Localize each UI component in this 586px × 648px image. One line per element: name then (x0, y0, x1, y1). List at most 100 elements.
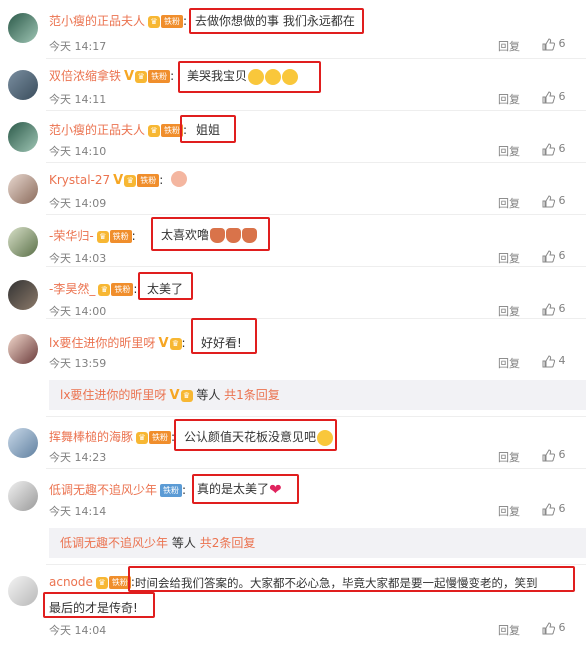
reply-button[interactable]: 回复 (498, 250, 520, 266)
like-button[interactable]: 6 (542, 302, 566, 316)
commenter-name[interactable]: 低调无趣不追风少年 (49, 483, 157, 497)
crown-icon: ♛ (95, 576, 108, 589)
comment-row: -李昊然_ ♛ 铁粉: 太美了 今天 14:00 回复 6 (0, 266, 586, 318)
fan-badge: 铁粉 (149, 431, 172, 444)
comment-row: Krystal-27 V ♛ 铁粉: 今天 14:09 回复 6 (0, 162, 586, 214)
sub-reply-count-link[interactable]: 共2条回复 (200, 536, 256, 550)
sub-reply-count-link[interactable]: 共1条回复 (224, 388, 280, 402)
reply-button[interactable]: 回复 (498, 91, 520, 107)
highlight-box (138, 272, 193, 300)
crown-icon: ♛ (180, 389, 193, 402)
reply-button[interactable]: 回复 (498, 143, 520, 159)
verified-v-icon: V (169, 387, 180, 403)
thumbs-up-icon (542, 37, 556, 50)
avatar[interactable] (8, 334, 38, 364)
fan-badge: 铁粉 (109, 230, 132, 243)
commenter-name[interactable]: 挥舞棒槌的海豚 (49, 430, 133, 444)
highlight-box (189, 8, 364, 34)
commenter-name[interactable]: -李昊然_ (49, 282, 95, 296)
like-count: 6 (558, 302, 566, 315)
crown-icon: ♛ (136, 431, 149, 444)
avatar[interactable] (8, 280, 38, 310)
sub-reply-summary[interactable]: 低调无趣不追风少年 等人 共2条回复 (49, 528, 586, 558)
comment-time: 今天 14:17 (49, 40, 107, 53)
crown-icon: ♛ (169, 337, 182, 350)
avatar[interactable] (8, 174, 38, 204)
thumbs-up-icon (542, 302, 556, 315)
avatar[interactable] (8, 227, 38, 257)
highlight-box (178, 61, 321, 93)
like-button[interactable]: 4 (542, 354, 566, 368)
crown-icon: ♛ (98, 283, 111, 296)
highlight-box (43, 592, 155, 618)
like-button[interactable]: 6 (542, 37, 566, 51)
reply-button[interactable]: 回复 (498, 38, 520, 54)
comment-time: 今天 14:14 (49, 505, 107, 518)
crown-icon: ♛ (148, 15, 161, 28)
avatar[interactable] (8, 576, 38, 606)
thumbs-up-icon (542, 354, 556, 367)
verified-v-icon: V (124, 69, 135, 84)
fan-badge: 铁粉 (148, 70, 171, 83)
like-count: 6 (558, 502, 566, 515)
like-count: 6 (558, 194, 566, 207)
highlight-box (128, 566, 575, 592)
avatar[interactable] (8, 428, 38, 458)
like-button[interactable]: 6 (542, 448, 566, 462)
emoji-icon (171, 171, 187, 187)
like-button[interactable]: 6 (542, 194, 566, 208)
sub-reply-summary[interactable]: lx要住进你的昕里呀 V ♛ 等人 共1条回复 (49, 380, 586, 410)
reply-button[interactable]: 回复 (498, 195, 520, 211)
like-button[interactable]: 6 (542, 249, 566, 263)
comment-time: 今天 14:11 (49, 93, 107, 106)
commenter-name[interactable]: lx要住进你的昕里呀 (49, 336, 155, 350)
avatar[interactable] (8, 70, 38, 100)
like-count: 6 (558, 621, 566, 634)
fan-badge: 铁粉 (161, 15, 184, 28)
thumbs-up-icon (542, 249, 556, 262)
like-count: 6 (558, 37, 566, 50)
comment-time: 今天 14:03 (49, 252, 107, 265)
sub-reply-name[interactable]: 低调无趣不追风少年 (60, 536, 168, 550)
comment-row: 双倍浓缩拿铁 V ♛ 铁粉: 美哭我宝贝 今天 14:11 回复 6 (0, 58, 586, 110)
fan-badge: 铁粉 (111, 283, 134, 296)
crown-icon: ♛ (148, 124, 161, 137)
highlight-box (151, 217, 270, 251)
reply-button[interactable]: 回复 (498, 503, 520, 519)
comment-row: 挥舞棒槌的海豚 ♛ 铁粉: 公认颜值天花板没意见吧 今天 14:23 回复 6 (0, 416, 586, 468)
verified-v-icon: V (158, 336, 169, 351)
commenter-name[interactable]: acnode (49, 575, 93, 589)
commenter-name[interactable]: 范小瘦的正品夫人 (49, 123, 145, 137)
comment-row: lx要住进你的昕里呀 V ♛: 好好看! 今天 13:59 回复 4 (0, 318, 586, 372)
comment-row: acnode ♛ 铁粉: 时间会给我们答案的。大家都不必心急，毕竟大家都是要一起慢慢… (0, 564, 586, 648)
like-button[interactable]: 6 (542, 621, 566, 635)
highlight-box (174, 419, 337, 451)
thumbs-up-icon (542, 448, 556, 461)
like-button[interactable]: 6 (542, 502, 566, 516)
reply-button[interactable]: 回复 (498, 355, 520, 371)
like-button[interactable]: 6 (542, 142, 566, 156)
like-count: 6 (558, 249, 566, 262)
sub-reply-etc: 等人 (171, 536, 196, 550)
commenter-name[interactable]: Krystal-27 (49, 173, 110, 187)
like-count: 6 (558, 448, 566, 461)
reply-button[interactable]: 回复 (498, 303, 520, 319)
commenter-name[interactable]: 范小瘦的正品夫人 (49, 14, 145, 28)
sub-reply-name[interactable]: lx要住进你的昕里呀 (60, 388, 166, 402)
comment-time: 今天 14:04 (49, 624, 107, 637)
highlight-box (192, 474, 299, 504)
verified-v-icon: V (113, 173, 124, 188)
comment-row: -荣华归- ♛ 铁粉: 太喜欢噜 今天 14:03 回复 6 (0, 214, 586, 266)
avatar[interactable] (8, 13, 38, 43)
avatar[interactable] (8, 122, 38, 152)
crown-icon: ♛ (135, 70, 148, 83)
sub-reply-etc: 等人 (196, 388, 221, 402)
avatar[interactable] (8, 481, 38, 511)
reply-button[interactable]: 回复 (498, 622, 520, 638)
like-button[interactable]: 6 (542, 90, 566, 104)
commenter-name[interactable]: 双倍浓缩拿铁 (49, 69, 121, 83)
fan-badge: 铁粉 (137, 174, 160, 187)
commenter-name[interactable]: -荣华归- (49, 229, 94, 243)
reply-button[interactable]: 回复 (498, 449, 520, 465)
crown-icon: ♛ (96, 230, 109, 243)
